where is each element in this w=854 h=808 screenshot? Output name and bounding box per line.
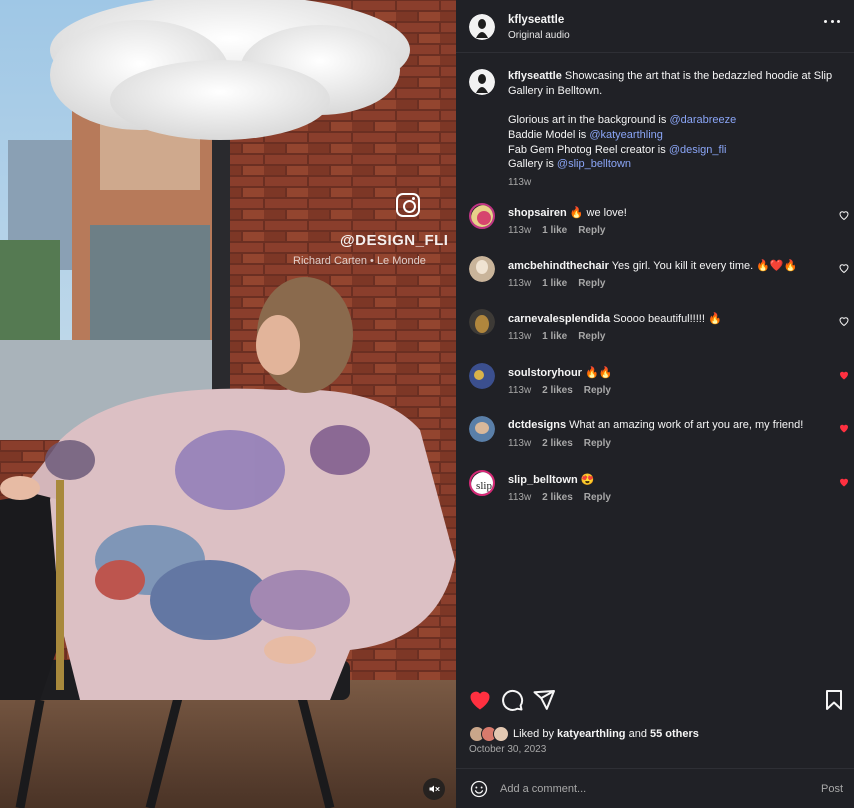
mention-link[interactable]: @katyearthling (589, 129, 663, 141)
mute-button[interactable] (423, 778, 445, 800)
heart-filled-icon[interactable] (838, 422, 850, 434)
comment-text: carnevalesplendida Soooo beautiful!!!!! … (508, 313, 722, 325)
post-header: kflyseattle Original audio (456, 0, 854, 53)
bookmark-icon[interactable] (822, 688, 846, 712)
comment-item: amcbehindthechair Yes girl. You kill it … (469, 256, 854, 300)
reply-button[interactable]: Reply (578, 278, 605, 289)
caption-line: Glorious art in the background is (508, 114, 667, 127)
heart-outline-icon[interactable] (838, 315, 850, 327)
heart-filled-icon[interactable] (468, 688, 492, 712)
comment-meta: 113w 2 likes Reply (508, 385, 611, 396)
action-bar (456, 688, 854, 718)
author-username[interactable]: kflyseattle (508, 14, 564, 26)
comment-text: dctdesigns What an amazing work of art y… (508, 419, 804, 431)
heart-outline-icon[interactable] (838, 262, 850, 274)
more-horizontal-icon (824, 20, 827, 23)
likes-summary: Liked by katyearthling and 55 others (469, 726, 699, 742)
comment-username[interactable]: dctdesigns (508, 419, 566, 431)
caption-line: Baddie Model is (508, 128, 587, 141)
comment-meta: 113w 1 like Reply (508, 331, 606, 342)
avatar (493, 726, 509, 742)
add-comment-bar: Post (456, 768, 854, 808)
caption-username[interactable]: kflyseattle (508, 70, 562, 82)
watermark-credit: Richard Carten • Le Monde (293, 255, 426, 267)
mention-link[interactable]: @slip_belltown (557, 158, 631, 170)
send-icon[interactable] (532, 688, 556, 712)
caption-age: 113w (508, 176, 532, 188)
comment-likes[interactable]: 1 like (542, 278, 567, 289)
comment-item: soulstoryhour 🔥🔥 113w 2 likes Reply (469, 363, 854, 407)
comment-item: carnevalesplendida Soooo beautiful!!!!! … (469, 309, 854, 353)
comment-text: shopsairen 🔥 we love! (508, 207, 627, 219)
avatar[interactable] (469, 309, 495, 335)
reply-button[interactable]: Reply (578, 331, 605, 342)
avatar[interactable]: slip (469, 470, 495, 496)
post-date[interactable]: October 30, 2023 (469, 744, 546, 755)
liker-avatars (469, 726, 513, 742)
avatar[interactable] (469, 416, 495, 442)
caption-line: Gallery is (508, 158, 554, 171)
comment-text: soulstoryhour 🔥🔥 (508, 367, 613, 379)
comment-likes[interactable]: 2 likes (542, 385, 573, 396)
comment-meta: 113w 1 like Reply (508, 278, 606, 289)
likes-text[interactable]: Liked by katyearthling and 55 others (513, 728, 699, 740)
comment-username[interactable]: shopsairen (508, 207, 567, 219)
heart-filled-icon[interactable] (838, 369, 850, 381)
avatar[interactable] (469, 69, 495, 95)
comment-input[interactable] (500, 779, 800, 799)
caption-body: kflyseattle Showcasing the art that is t… (508, 69, 838, 191)
comment-meta: 113w 2 likes Reply (508, 492, 611, 503)
reel-video-frame[interactable] (0, 0, 456, 808)
watermark-handle: @DESIGN_FLI (340, 232, 449, 249)
liker-username[interactable]: katyearthling (557, 728, 625, 740)
more-options-button[interactable] (824, 20, 840, 26)
comment-likes[interactable]: 2 likes (542, 492, 573, 503)
comment-username[interactable]: soulstoryhour (508, 367, 582, 379)
comment-item: slip slip_belltown 😍 113w 2 likes Reply (469, 470, 854, 514)
instagram-icon (396, 193, 420, 217)
post-side-panel: kflyseattle Original audio kflyseattle S… (456, 0, 854, 808)
avatar[interactable] (469, 256, 495, 282)
post-viewer: @DESIGN_FLI Richard Carten • Le Monde kf… (0, 0, 854, 808)
heart-outline-icon[interactable] (838, 209, 850, 221)
reply-button[interactable]: Reply (584, 492, 611, 503)
comment-item: dctdesigns What an amazing work of art y… (469, 416, 854, 460)
comment-item: shopsairen 🔥 we love! 113w 1 like Reply (469, 203, 854, 247)
caption-line: Fab Gem Photog Reel creator is (508, 143, 666, 156)
comment-likes[interactable]: 1 like (542, 331, 567, 342)
heart-filled-icon[interactable] (838, 476, 850, 488)
comment-username[interactable]: carnevalesplendida (508, 313, 610, 325)
comment-likes[interactable]: 2 likes (542, 438, 573, 449)
speaker-muted-icon (429, 785, 440, 793)
smiley-icon[interactable] (470, 780, 488, 798)
comment-text: amcbehindthechair Yes girl. You kill it … (508, 260, 798, 272)
mention-link[interactable]: @darabreeze (669, 114, 736, 126)
audio-label[interactable]: Original audio (508, 30, 570, 41)
post-comment-button[interactable]: Post (821, 783, 843, 795)
mention-link[interactable]: @design_fli (669, 144, 727, 156)
comment-username[interactable]: slip_belltown (508, 474, 578, 486)
likes-others[interactable]: 55 others (650, 728, 699, 740)
comment-meta: 113w 2 likes Reply (508, 438, 611, 449)
comment-text: slip_belltown 😍 (508, 474, 595, 486)
avatar[interactable] (469, 203, 495, 229)
reply-button[interactable]: Reply (584, 385, 611, 396)
avatar[interactable] (469, 14, 495, 40)
reply-button[interactable]: Reply (578, 225, 605, 236)
post-media[interactable]: @DESIGN_FLI Richard Carten • Le Monde (0, 0, 456, 808)
svg-text:slip: slip (476, 480, 492, 492)
comment-username[interactable]: amcbehindthechair (508, 260, 609, 272)
reply-button[interactable]: Reply (584, 438, 611, 449)
comment-icon[interactable] (500, 688, 524, 712)
comment-likes[interactable]: 1 like (542, 225, 567, 236)
avatar[interactable] (469, 363, 495, 389)
comment-meta: 113w 1 like Reply (508, 225, 606, 236)
